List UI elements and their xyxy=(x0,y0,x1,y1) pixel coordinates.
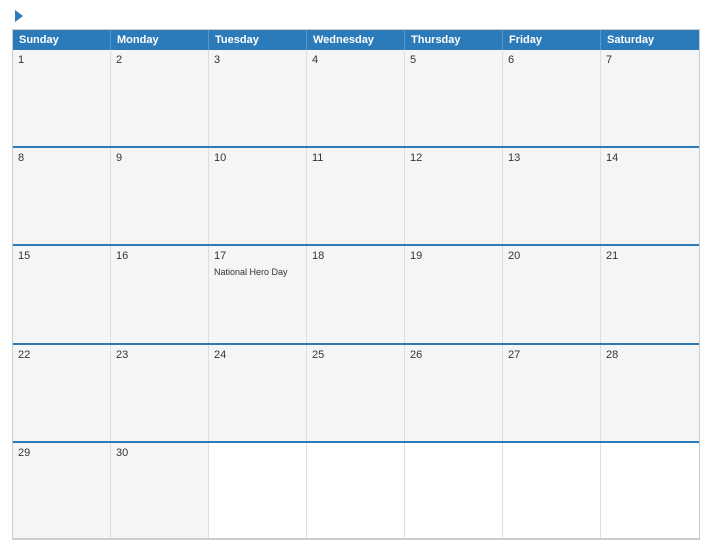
cell-number: 30 xyxy=(116,447,203,459)
calendar-cell: 24 xyxy=(209,345,307,441)
calendar-cell: 19 xyxy=(405,246,503,342)
cell-number: 20 xyxy=(508,250,595,262)
calendar-cell: 11 xyxy=(307,148,405,244)
day-header-friday: Friday xyxy=(503,30,601,50)
calendar-cell: 9 xyxy=(111,148,209,244)
week-row-3: 15 16 17 National Hero Day 18 19 20 21 xyxy=(13,244,699,342)
calendar-cell: 27 xyxy=(503,345,601,441)
cell-number: 10 xyxy=(214,152,301,164)
cell-number: 22 xyxy=(18,349,105,361)
day-header-wednesday: Wednesday xyxy=(307,30,405,50)
header xyxy=(12,10,700,23)
cell-number: 25 xyxy=(312,349,399,361)
calendar-cell: 4 xyxy=(307,50,405,146)
day-header-tuesday: Tuesday xyxy=(209,30,307,50)
day-header-monday: Monday xyxy=(111,30,209,50)
weeks-container: 1234567891011121314151617National Hero D… xyxy=(13,50,699,539)
cell-number: 17 xyxy=(214,250,301,262)
calendar-cell: 15 xyxy=(13,246,111,342)
calendar-cell: 16 xyxy=(111,246,209,342)
days-header: SundayMondayTuesdayWednesdayThursdayFrid… xyxy=(13,30,699,50)
calendar-cell: 13 xyxy=(503,148,601,244)
cell-number: 14 xyxy=(606,152,694,164)
day-header-saturday: Saturday xyxy=(601,30,699,50)
cell-number: 12 xyxy=(410,152,497,164)
calendar-cell: 28 xyxy=(601,345,699,441)
calendar-cell: 8 xyxy=(13,148,111,244)
cell-number: 5 xyxy=(410,54,497,66)
calendar-cell: 30 xyxy=(111,443,209,539)
calendar-page: SundayMondayTuesdayWednesdayThursdayFrid… xyxy=(0,0,712,550)
calendar-cell: 26 xyxy=(405,345,503,441)
cell-number: 13 xyxy=(508,152,595,164)
calendar-cell xyxy=(405,443,503,539)
cell-number: 19 xyxy=(410,250,497,262)
cell-number: 6 xyxy=(508,54,595,66)
calendar-cell: 23 xyxy=(111,345,209,441)
calendar-cell xyxy=(503,443,601,539)
cell-number: 29 xyxy=(18,447,105,459)
calendar-cell: 2 xyxy=(111,50,209,146)
calendar-cell xyxy=(307,443,405,539)
cell-number: 27 xyxy=(508,349,595,361)
cell-number: 16 xyxy=(116,250,203,262)
calendar-cell xyxy=(209,443,307,539)
cell-number: 9 xyxy=(116,152,203,164)
calendar-cell: 5 xyxy=(405,50,503,146)
week-row-1: 1234567 xyxy=(13,50,699,146)
cell-number: 21 xyxy=(606,250,694,262)
cell-number: 28 xyxy=(606,349,694,361)
calendar-cell xyxy=(601,443,699,539)
calendar-cell: 18 xyxy=(307,246,405,342)
cell-number: 8 xyxy=(18,152,105,164)
calendar-cell: 3 xyxy=(209,50,307,146)
cell-number: 18 xyxy=(312,250,399,262)
cell-number: 2 xyxy=(116,54,203,66)
calendar-cell: 7 xyxy=(601,50,699,146)
calendar-cell: 29 xyxy=(13,443,111,539)
calendar-cell: 14 xyxy=(601,148,699,244)
calendar-cell: 12 xyxy=(405,148,503,244)
calendar-cell: 25 xyxy=(307,345,405,441)
cell-number: 23 xyxy=(116,349,203,361)
logo-triangle-icon xyxy=(15,10,23,22)
cell-number: 15 xyxy=(18,250,105,262)
cell-number: 4 xyxy=(312,54,399,66)
week-row-4: 22 23 24 25 26 27 28 xyxy=(13,343,699,441)
week-row-2: 89 10 11 12 13 14 xyxy=(13,146,699,244)
day-header-sunday: Sunday xyxy=(13,30,111,50)
cell-event: National Hero Day xyxy=(214,267,288,277)
calendar-grid: SundayMondayTuesdayWednesdayThursdayFrid… xyxy=(12,29,700,540)
cell-number: 1 xyxy=(18,54,105,66)
logo-blue-text xyxy=(12,10,23,23)
calendar-cell: 1 xyxy=(13,50,111,146)
cell-number: 26 xyxy=(410,349,497,361)
cell-number: 24 xyxy=(214,349,301,361)
calendar-cell: 20 xyxy=(503,246,601,342)
cell-number: 7 xyxy=(606,54,694,66)
calendar-cell: 10 xyxy=(209,148,307,244)
calendar-cell: 17 National Hero Day xyxy=(209,246,307,342)
calendar-cell: 6 xyxy=(503,50,601,146)
cell-number: 11 xyxy=(312,152,399,164)
logo xyxy=(12,10,23,23)
calendar-cell: 21 xyxy=(601,246,699,342)
calendar-cell: 22 xyxy=(13,345,111,441)
week-row-5: 29 30 xyxy=(13,441,699,539)
cell-number: 3 xyxy=(214,54,301,66)
day-header-thursday: Thursday xyxy=(405,30,503,50)
